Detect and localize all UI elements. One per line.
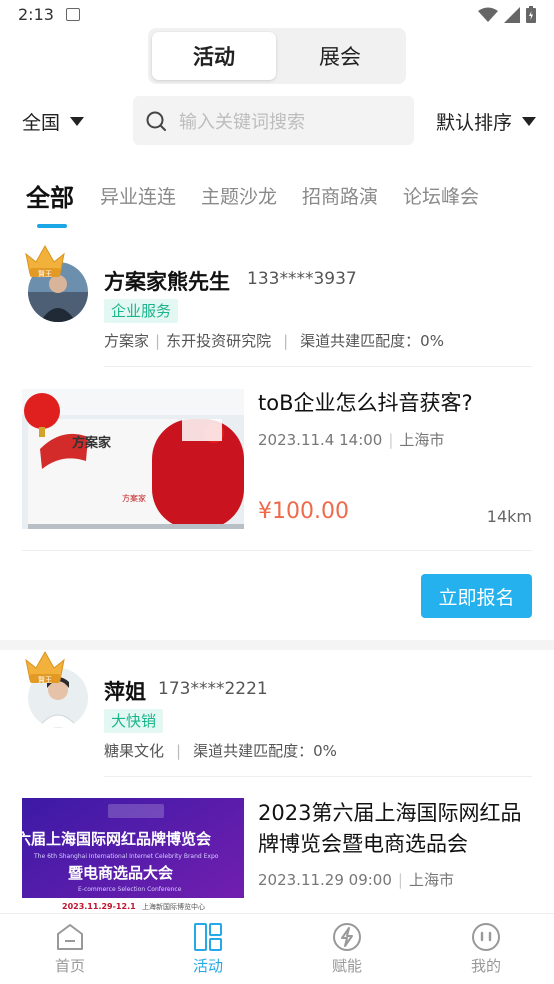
event-title[interactable]: toB企业怎么抖音获客? bbox=[258, 388, 538, 419]
signal-icon bbox=[504, 6, 520, 23]
event-meta: 2023.11.4 14:00 | 上海市 bbox=[258, 431, 445, 449]
event-city: 上海市 bbox=[399, 431, 445, 449]
match-score: 渠道共建匹配度：0% bbox=[193, 742, 337, 760]
signup-button[interactable]: 立即报名 bbox=[421, 574, 532, 618]
divider bbox=[104, 366, 532, 367]
tab-indicator bbox=[37, 224, 67, 228]
nav-profile[interactable]: 我的 bbox=[446, 922, 526, 976]
region-dropdown[interactable]: 全国 bbox=[22, 108, 85, 135]
event-price: ¥100.00 bbox=[258, 499, 349, 524]
org-name-2: 东开投资研究院 bbox=[166, 332, 272, 350]
org-name: 糖果文化 bbox=[104, 742, 165, 760]
nav-activity-label: 活动 bbox=[192, 957, 223, 975]
industry-tag: 企业服务 bbox=[104, 299, 179, 323]
org-name: 方案家 bbox=[104, 332, 150, 350]
user-org-line: 糖果文化 | 渠道共建匹配度：0% bbox=[104, 742, 337, 760]
poster-subtitle: The 6th Shanghai International Internet … bbox=[33, 853, 219, 860]
segment-control: 活动 展会 bbox=[148, 28, 406, 84]
divider bbox=[104, 776, 532, 777]
home-icon bbox=[57, 924, 83, 950]
tab-all[interactable]: 全部 bbox=[26, 178, 74, 213]
tab-salon[interactable]: 主题沙龙 bbox=[201, 182, 277, 209]
event-meta: 2023.11.29 09:00 | 上海市 bbox=[258, 871, 454, 889]
user-phone: 173****2221 bbox=[158, 679, 268, 699]
lightning-icon bbox=[333, 923, 361, 951]
sort-dropdown[interactable]: 默认排序 bbox=[436, 108, 537, 135]
poster-subtitle-2: E-commerce Selection Conference bbox=[78, 886, 182, 893]
battery-icon bbox=[526, 6, 536, 23]
event-city: 上海市 bbox=[408, 871, 454, 889]
search-placeholder: 输入关键词搜索 bbox=[179, 111, 305, 133]
poster-venue: 上海新国际博览中心 bbox=[142, 902, 205, 911]
crown-badge-text: 賢王 bbox=[38, 270, 52, 278]
tab-cross-industry[interactable]: 异业连连 bbox=[100, 182, 176, 209]
event-distance: 14km bbox=[486, 507, 532, 526]
header: 活动 展会 全国 输入关键词搜索 默认排序 全部 异业连连 主题沙龙 招商路演 … bbox=[0, 28, 554, 240]
event-title[interactable]: 2023第六届上海国际网红品牌博览会暨电商选品会 bbox=[258, 798, 538, 860]
wifi-icon bbox=[478, 7, 498, 22]
status-bar: 2:13 bbox=[0, 0, 554, 30]
search-input[interactable]: 输入关键词搜索 bbox=[133, 96, 414, 145]
user-name: 方案家熊先生 bbox=[104, 270, 230, 294]
poster-title-2: 暨电商选品大会 bbox=[68, 864, 173, 882]
activity-card[interactable]: 賢王 方案家熊先生 133****3937 企业服务 方案家 | 东开投资研究院 | 渠… bbox=[0, 240, 554, 640]
status-time: 2:13 bbox=[18, 5, 54, 24]
caret-down-icon bbox=[522, 117, 537, 126]
activity-grid-icon bbox=[194, 923, 222, 951]
bottom-nav: 首页 活动 赋能 我的 bbox=[0, 913, 554, 984]
thumb-logo-text: 方案家 bbox=[72, 435, 112, 451]
status-icons bbox=[478, 6, 536, 23]
tab-roadshow[interactable]: 招商路演 bbox=[302, 182, 378, 209]
thumb-caption-text: 方案家 bbox=[122, 493, 146, 503]
user-avatar[interactable]: 賢王 bbox=[22, 242, 92, 324]
caret-down-icon bbox=[70, 117, 85, 126]
segment-activities[interactable]: 活动 bbox=[152, 32, 276, 80]
match-score: 渠道共建匹配度：0% bbox=[300, 332, 444, 350]
nav-home[interactable]: 首页 bbox=[30, 922, 110, 976]
profile-icon bbox=[472, 923, 500, 951]
user-phone: 133****3937 bbox=[247, 269, 357, 289]
nav-activity[interactable]: 活动 bbox=[168, 922, 248, 976]
tab-forum[interactable]: 论坛峰会 bbox=[403, 182, 479, 209]
activity-card[interactable]: 賢王 萍姐 173****2221 大快销 糖果文化 | 渠道共建匹配度：0% 六届… bbox=[0, 650, 554, 950]
search-icon bbox=[146, 111, 166, 131]
event-date: 2023.11.29 09:00 bbox=[258, 871, 392, 889]
user-avatar[interactable]: 賢王 bbox=[22, 648, 92, 730]
event-date: 2023.11.4 14:00 bbox=[258, 431, 383, 449]
notification-icon bbox=[66, 8, 80, 21]
divider bbox=[22, 550, 532, 551]
poster-title: 六届上海国际网红品牌博览会 bbox=[22, 830, 211, 848]
crown-badge-text: 賢王 bbox=[38, 676, 52, 684]
poster-date: 2023.11.29-12.1 bbox=[62, 902, 136, 911]
nav-empower[interactable]: 赋能 bbox=[307, 922, 387, 976]
nav-home-label: 首页 bbox=[54, 957, 85, 975]
sort-label: 默认排序 bbox=[436, 112, 513, 134]
event-thumbnail[interactable]: 方案家 方案家 bbox=[22, 389, 244, 529]
segment-exhibitions[interactable]: 展会 bbox=[278, 32, 402, 80]
user-org-line: 方案家 | 东开投资研究院 | 渠道共建匹配度：0% bbox=[104, 332, 444, 350]
nav-profile-label: 我的 bbox=[470, 957, 501, 975]
industry-tag: 大快销 bbox=[104, 709, 164, 733]
crown-badge-icon: 賢王 bbox=[25, 244, 65, 278]
crown-badge-icon: 賢王 bbox=[25, 650, 65, 684]
category-tabs: 全部 异业连连 主题沙龙 招商路演 论坛峰会 bbox=[0, 176, 554, 228]
user-name: 萍姐 bbox=[104, 680, 146, 704]
region-label: 全国 bbox=[22, 112, 61, 134]
nav-empower-label: 赋能 bbox=[331, 957, 362, 975]
